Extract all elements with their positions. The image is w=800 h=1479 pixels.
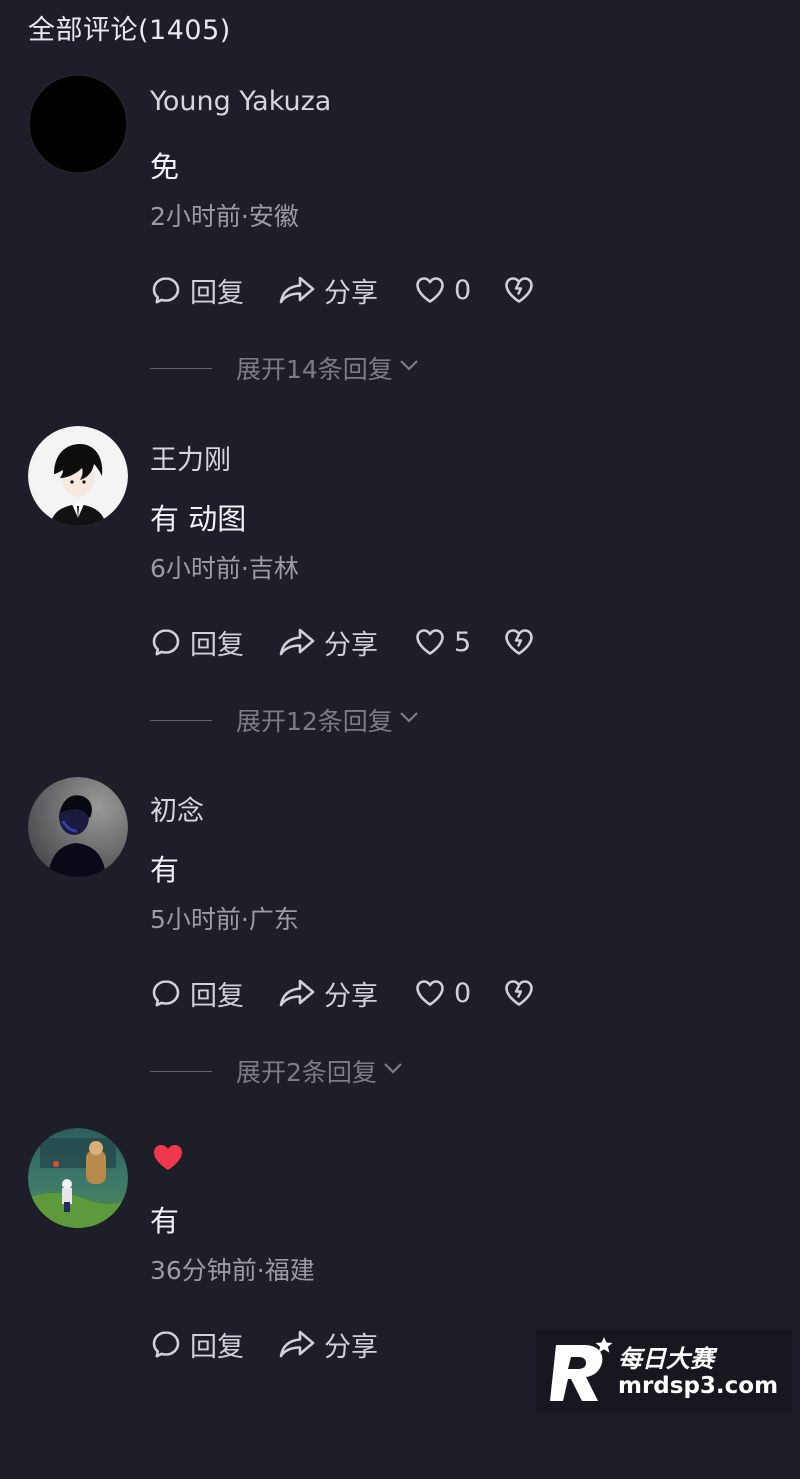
comment-meta: 6小时前·吉林 <box>150 554 299 583</box>
share-arrow-icon <box>278 977 316 1009</box>
comments-header: 全部评论(1405) <box>28 15 231 46</box>
chevron-down-icon <box>377 1056 405 1086</box>
action-bar: 回复 分享 5 <box>150 624 570 661</box>
divider <box>150 367 212 369</box>
like-button[interactable]: 0 <box>414 975 471 1011</box>
watermark-url: mrdsp3.com <box>618 1373 779 1399</box>
share-button[interactable]: 分享 <box>278 975 378 1012</box>
divider <box>150 1070 212 1072</box>
avatar[interactable] <box>28 1128 128 1228</box>
heart-outline-icon <box>414 977 446 1009</box>
heart-outline-icon <box>414 274 446 306</box>
share-arrow-icon <box>278 626 316 658</box>
comment-meta: 36分钟前·福建 <box>150 1256 315 1285</box>
heart-icon <box>152 1142 184 1176</box>
share-arrow-icon <box>278 1328 316 1360</box>
like-button[interactable]: 0 <box>414 272 471 308</box>
watermark: 每日大赛 mrdsp3.com <box>536 1329 792 1413</box>
share-button[interactable]: 分享 <box>278 1326 378 1363</box>
broken-heart-icon <box>502 626 536 658</box>
username[interactable]: 王力刚 <box>150 438 231 477</box>
reply-label: 回复 <box>190 1331 244 1363</box>
like-count: 5 <box>454 626 472 658</box>
comment-bubble-icon <box>150 626 182 658</box>
reply-label: 回复 <box>190 277 244 309</box>
username[interactable]: 初念 <box>150 789 204 828</box>
action-bar: 回复 分享 0 <box>150 272 570 309</box>
broken-heart-icon <box>502 274 536 306</box>
comment-bubble-icon <box>150 1328 182 1360</box>
comment-text: 免 <box>150 150 180 184</box>
brand-logo-icon <box>548 1335 614 1411</box>
avatar[interactable] <box>28 74 128 174</box>
reply-button[interactable]: 回复 <box>150 1326 244 1363</box>
expand-replies-label: 展开12条回复 <box>236 707 393 736</box>
like-count: 0 <box>454 274 472 306</box>
comment-item: 初念 有 5小时前·广东 回复 分享 0 展开2条回复 <box>0 777 800 1128</box>
share-button[interactable]: 分享 <box>278 272 378 309</box>
expand-replies-button[interactable]: 展开14条回复 <box>150 350 421 386</box>
comment-bubble-icon <box>150 274 182 306</box>
share-arrow-icon <box>278 274 316 306</box>
share-label: 分享 <box>324 629 378 661</box>
comment-meta: 2小时前·安徽 <box>150 202 299 231</box>
watermark-brand: 每日大赛 <box>618 1345 714 1373</box>
broken-heart-icon <box>502 977 536 1009</box>
share-label: 分享 <box>324 1331 378 1363</box>
avatar[interactable] <box>28 777 128 877</box>
like-button[interactable]: 5 <box>414 624 471 660</box>
like-count: 0 <box>454 977 472 1009</box>
heart-outline-icon <box>414 626 446 658</box>
reply-button[interactable]: 回复 <box>150 975 244 1012</box>
comment-text: 有 <box>150 853 180 887</box>
reply-button[interactable]: 回复 <box>150 624 244 661</box>
action-bar: 回复 分享 <box>150 1326 570 1363</box>
comment-text: 有 动图 <box>150 502 247 536</box>
action-bar: 回复 分享 0 <box>150 975 570 1012</box>
dislike-button[interactable] <box>502 624 536 660</box>
comment-meta: 5小时前·广东 <box>150 905 299 934</box>
comment-item: 有 36分钟前·福建 回复 分享 <box>0 1128 800 1479</box>
chevron-down-icon <box>393 353 421 383</box>
reply-label: 回复 <box>190 980 244 1012</box>
comment-item: Young Yakuza 免 2小时前·安徽 回复 分享 0 展开14条回复 <box>0 74 800 425</box>
username[interactable]: Young Yakuza <box>150 86 331 117</box>
expand-replies-button[interactable]: 展开2条回复 <box>150 1053 405 1089</box>
expand-replies-button[interactable]: 展开12条回复 <box>150 702 421 738</box>
comment-text: 有 <box>150 1204 180 1238</box>
expand-replies-label: 展开14条回复 <box>236 355 393 384</box>
share-button[interactable]: 分享 <box>278 624 378 661</box>
comment-bubble-icon <box>150 977 182 1009</box>
chevron-down-icon <box>393 705 421 735</box>
reply-label: 回复 <box>190 629 244 661</box>
reply-button[interactable]: 回复 <box>150 272 244 309</box>
comment-item: 王力刚 有 动图 6小时前·吉林 回复 分享 5 展开12条回复 <box>0 426 800 777</box>
dislike-button[interactable] <box>502 975 536 1011</box>
share-label: 分享 <box>324 277 378 309</box>
expand-replies-label: 展开2条回复 <box>236 1058 377 1087</box>
divider <box>150 719 212 721</box>
dislike-button[interactable] <box>502 272 536 308</box>
avatar[interactable] <box>28 426 128 526</box>
share-label: 分享 <box>324 980 378 1012</box>
